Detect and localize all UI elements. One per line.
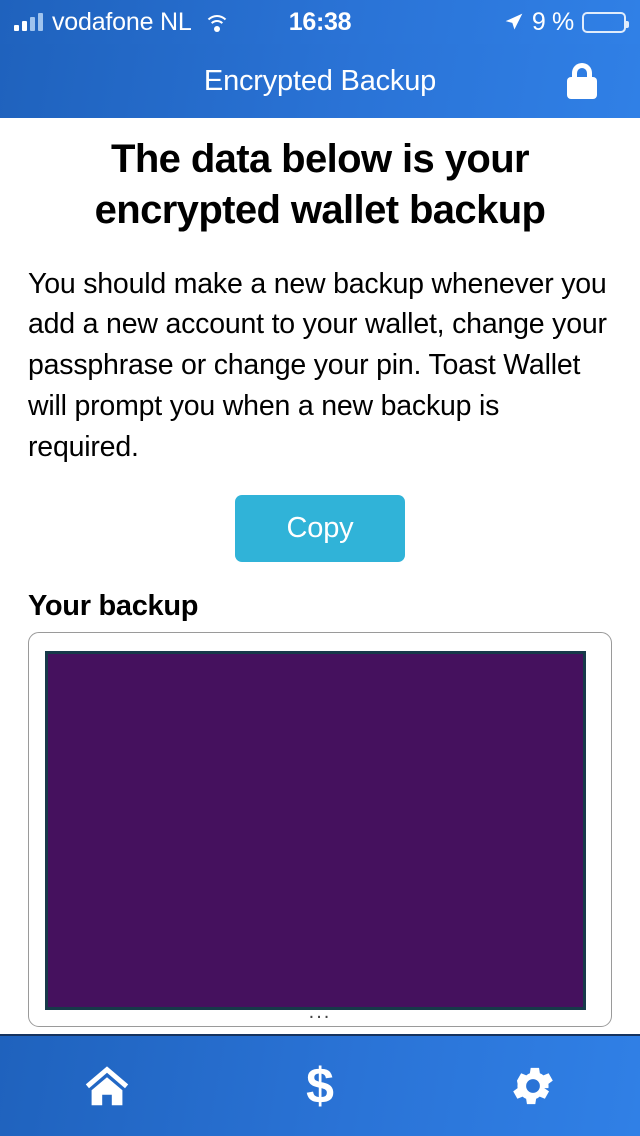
location-arrow-icon <box>505 13 523 30</box>
tab-funds[interactable]: $ <box>213 1036 426 1136</box>
battery-percentage: 9 % <box>531 7 574 36</box>
dollar-icon: $ <box>306 1058 334 1114</box>
status-bar-left: vodafone NL <box>14 8 230 37</box>
backup-section-label: Your backup <box>28 590 199 623</box>
home-icon <box>85 1066 128 1106</box>
status-bar: vodafone NL 16:38 9 % <box>0 0 640 44</box>
wifi-icon <box>203 13 230 32</box>
tab-home[interactable] <box>0 1036 213 1136</box>
copy-button[interactable]: Copy <box>235 495 405 563</box>
redaction-overlay <box>45 651 586 1011</box>
copy-button-row: Copy <box>28 495 612 563</box>
battery-icon <box>582 11 629 33</box>
tab-settings[interactable] <box>427 1036 640 1136</box>
signal-bars-icon <box>14 13 43 31</box>
app-root: vodafone NL 16:38 9 % Encrypted Backup T… <box>0 0 640 1136</box>
status-bar-right: 9 % <box>504 7 629 37</box>
bottom-tab-bar: $ <box>0 1034 640 1136</box>
page-heading: The data below is your encrypted wallet … <box>94 137 546 232</box>
gear-icon <box>513 1067 554 1105</box>
backup-textarea[interactable]: ... <box>28 632 612 1028</box>
carrier-name: vodafone NL <box>52 7 192 36</box>
status-bar-clock: 16:38 <box>288 7 352 36</box>
backup-overflow-indicator: ... <box>308 1001 332 1024</box>
instructions-text: You should make a new backup whenever yo… <box>28 267 607 463</box>
lock-icon[interactable] <box>560 59 604 103</box>
navigation-header: Encrypted Backup <box>0 44 640 118</box>
content-area: The data below is your encrypted wallet … <box>0 118 640 1034</box>
page-title: Encrypted Backup <box>203 64 437 97</box>
